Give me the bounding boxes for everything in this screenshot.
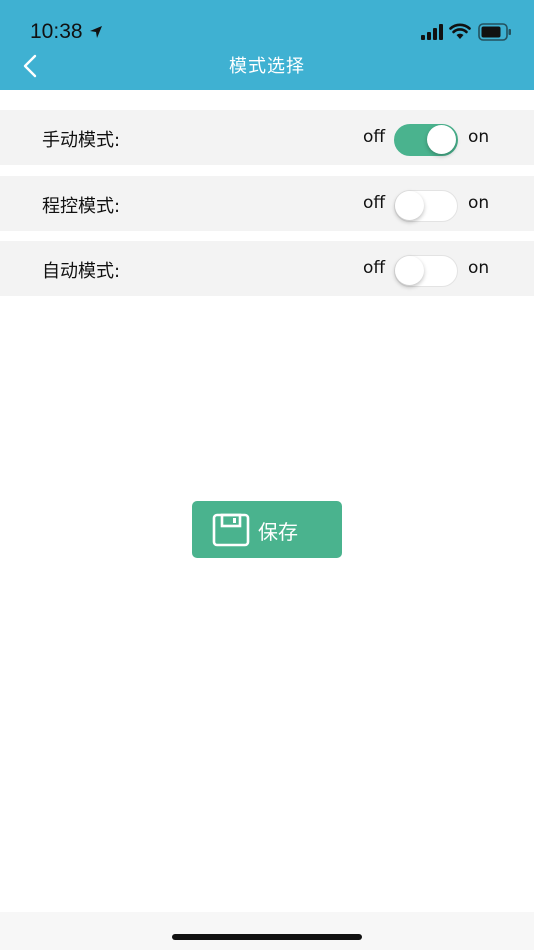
- status-time: 10:38: [30, 20, 83, 43]
- home-indicator[interactable]: [172, 934, 362, 940]
- mode-label-program: 程控模式:: [42, 196, 121, 217]
- off-label: off: [363, 258, 386, 278]
- off-label: off: [363, 127, 386, 147]
- status-bar: 10:38: [0, 0, 534, 50]
- wifi-icon: [449, 23, 471, 39]
- save-button[interactable]: 保存: [192, 501, 342, 558]
- mode-row-program: 程控模式: off on: [0, 176, 534, 231]
- toggle-knob: [395, 256, 424, 285]
- bottom-safe-area: [0, 912, 534, 950]
- on-label: on: [468, 127, 490, 147]
- manual-mode-toggle[interactable]: [394, 124, 458, 156]
- location-arrow-icon: [90, 26, 102, 38]
- navigation-bar: 模式选择: [0, 44, 534, 86]
- program-mode-toggle[interactable]: [394, 190, 458, 222]
- on-label: on: [468, 193, 490, 213]
- floppy-disk-icon: [212, 513, 250, 547]
- off-label: off: [363, 193, 386, 213]
- header-bar: 10:38 模式选择: [0, 0, 534, 90]
- save-label: 保存: [258, 520, 298, 544]
- battery-icon: [478, 23, 511, 41]
- mode-label-auto: 自动模式:: [42, 261, 121, 282]
- mode-row-auto: 自动模式: off on: [0, 241, 534, 296]
- toggle-knob: [395, 191, 424, 220]
- mode-label-manual: 手动模式:: [42, 130, 121, 151]
- on-label: on: [468, 258, 490, 278]
- cellular-signal-icon: [421, 24, 443, 40]
- auto-mode-toggle[interactable]: [394, 255, 458, 287]
- page-title: 模式选择: [229, 56, 305, 77]
- toggle-knob: [427, 125, 456, 154]
- mode-row-manual: 手动模式: off on: [0, 110, 534, 165]
